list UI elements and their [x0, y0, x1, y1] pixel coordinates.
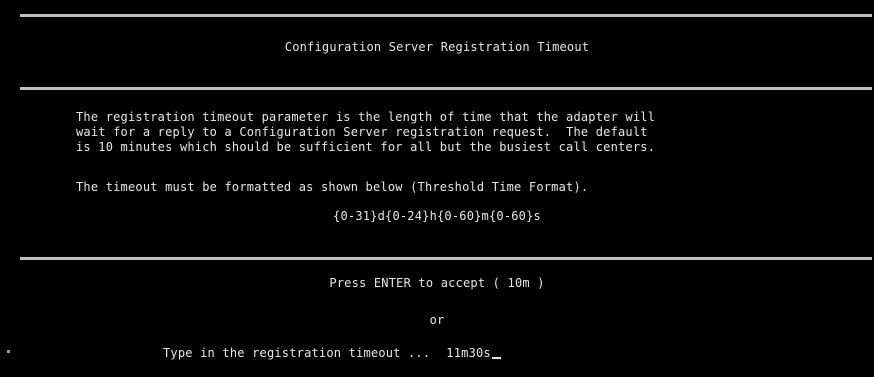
text-cursor [491, 357, 501, 359]
top-divider [20, 14, 872, 17]
timeout-input[interactable]: 11m30s [446, 346, 491, 360]
format-pattern: {0-31}d{0-24}h{0-60}m{0-60}s [333, 209, 541, 223]
left-edge-mark [7, 350, 10, 353]
description: The registration timeout parameter is th… [76, 110, 856, 155]
description-line: wait for a reply to a Configuration Serv… [76, 125, 648, 139]
input-prompt-label: Type in the registration timeout ... [163, 346, 431, 360]
timeout-input-row[interactable]: Type in the registration timeout ... 11m… [163, 346, 501, 360]
format-note: The timeout must be formatted as shown b… [76, 180, 589, 194]
title-divider [20, 87, 872, 90]
description-line: is 10 minutes which should be sufficient… [76, 140, 656, 154]
accept-prompt: Press ENTER to accept ( 10m ) [329, 276, 545, 290]
prompt-divider [20, 257, 872, 260]
terminal-screen: Configuration Server Registration Timeou… [0, 0, 874, 377]
or-label: or [429, 313, 445, 327]
description-line: The registration timeout parameter is th… [76, 110, 656, 124]
page-title: Configuration Server Registration Timeou… [284, 40, 590, 54]
